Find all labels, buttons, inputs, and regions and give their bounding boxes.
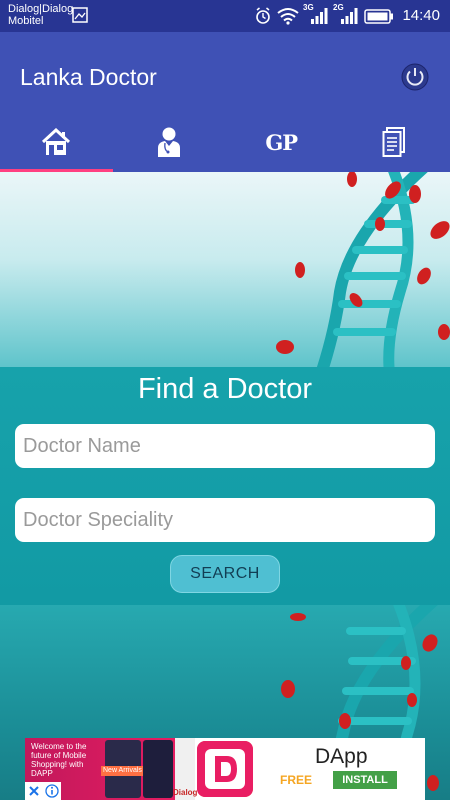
status-bar: Dialog|Dialog Mobitel 3G 2G 14:40	[0, 0, 450, 32]
tab-documents[interactable]	[338, 112, 450, 172]
info-icon[interactable]	[44, 784, 59, 798]
ad-price: FREE	[280, 773, 313, 787]
app-title: Lanka Doctor	[20, 64, 157, 90]
ad-controls	[25, 782, 61, 800]
doctor-name-input[interactable]	[15, 424, 435, 468]
find-doctor-title: Find a Doctor	[137, 373, 313, 405]
alarm-icon	[256, 7, 270, 24]
power-icon[interactable]	[400, 62, 430, 92]
carrier-label: Dialog|Dialog Mobitel	[8, 3, 73, 27]
clock: 14:40	[402, 7, 440, 24]
ad-promo-badge: New Arrivals	[101, 766, 144, 776]
signal-icon	[341, 8, 358, 24]
ad-install-button[interactable]: INSTALL	[333, 771, 397, 789]
doctor-icon	[157, 127, 180, 157]
dna-illustration	[276, 172, 450, 367]
carrier-line-2: Mobitel	[8, 15, 44, 27]
tab-home[interactable]	[0, 112, 113, 172]
tab-gp[interactable]: GP	[225, 112, 338, 172]
ad-brand: Dialog	[173, 788, 198, 797]
search-button[interactable]: SEARCH	[170, 555, 280, 593]
signal-icon	[311, 8, 328, 24]
tab-doctors[interactable]	[113, 112, 226, 172]
tab-bar: GP	[0, 112, 450, 172]
home-icon	[42, 128, 71, 155]
image-icon	[72, 7, 88, 23]
wifi-icon	[277, 8, 299, 25]
find-doctor-panel: Find a Doctor SEARCH	[0, 367, 450, 605]
carrier-line-1: Dialog|Dialog	[8, 3, 74, 15]
document-icon	[382, 127, 405, 157]
tab-gp-label: GP	[265, 129, 298, 155]
close-icon[interactable]	[28, 785, 40, 797]
ad-app-name: DApp	[315, 745, 368, 768]
hero-image	[0, 172, 450, 367]
ad-promo-text: Welcome to the future of Mobile Shopping…	[31, 742, 87, 778]
dapp-logo-icon[interactable]	[197, 741, 253, 797]
battery-icon	[364, 9, 393, 24]
doctor-speciality-input[interactable]	[15, 498, 435, 542]
ad-banner[interactable]: Welcome to the future of Mobile Shopping…	[25, 738, 425, 800]
app-bar: Lanka Doctor GP	[0, 32, 450, 172]
ad-promo-image[interactable]: Welcome to the future of Mobile Shopping…	[25, 738, 198, 800]
ad-phone-image	[143, 740, 173, 798]
